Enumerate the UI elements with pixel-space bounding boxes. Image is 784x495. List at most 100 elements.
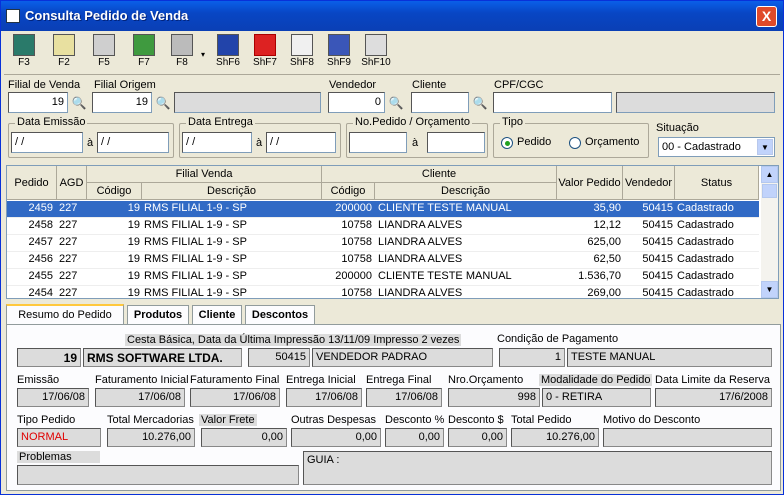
problemas-label: Problemas [17,451,100,463]
col-pedido[interactable]: Pedido [7,166,57,200]
delivery-button[interactable]: ShF7 [248,32,282,72]
cell-vend: 50415 [642,219,673,231]
cell-vend: 50415 [642,253,673,265]
cell-valor: 62,50 [593,253,621,265]
cpf-input[interactable] [493,92,612,113]
search-vendedor-icon[interactable]: 🔍 [387,94,405,112]
no-pedido-to[interactable] [427,132,485,153]
filter-panel: Filial de Venda 19 🔍 Filial Origem 19 🔍 … [4,74,780,162]
desc-val-value: 0,00 [448,428,507,447]
orders-table: Pedido AGD Filial Venda Código Descrição… [6,165,779,299]
tab-descontos[interactable]: Descontos [245,305,315,325]
spreadsheet-button[interactable]: F7 [127,32,161,72]
filial-origem-input[interactable]: 19 [92,92,152,113]
data-entrega-to[interactable]: / / [266,132,336,153]
table-row[interactable]: 2456 227 19 RMS FILIAL 1-9 - SP 10758 LIANDRA… [7,252,759,269]
data-entrega-group: Data Entrega / / à / / [179,116,341,158]
col-agd[interactable]: AGD [57,166,87,200]
data-emissao-to[interactable]: / / [97,132,169,153]
no-pedido-from[interactable] [349,132,407,153]
col-cliente: Cliente [322,166,557,183]
table-row[interactable]: 2458 227 19 RMS FILIAL 1-9 - SP 10758 LIANDRA… [7,218,759,235]
cell-ccod: 10758 [341,236,372,248]
cell-pedido: 2458 [28,219,53,231]
cell-pedido: 2455 [28,270,53,282]
tipo-pedido-value: NORMAL [17,428,101,447]
cell-ccod: 200000 [335,202,372,214]
cell-fcod: 19 [127,287,140,299]
printer-icon [171,34,193,56]
table-row[interactable]: 2459 227 19 RMS FILIAL 1-9 - SP 200000 CLIENT… [7,201,759,218]
data-emissao-from[interactable]: / / [11,132,83,153]
tab-cliente[interactable]: Cliente [192,305,242,325]
chevron-down-icon[interactable]: ▼ [757,139,773,155]
cell-cdesc: LIANDRA ALVES [378,219,463,231]
scroll-thumb[interactable] [762,184,777,198]
tipo-pedido-radio[interactable] [501,137,513,149]
filial-origem-label: Filial Origem [94,79,156,91]
cell-status: Cadastrado [677,236,734,248]
cell-fdesc: RMS FILIAL 1-9 - SP [144,287,247,299]
preview-button[interactable]: F5 [87,32,121,72]
exit-button[interactable]: F3 [7,32,41,72]
desc-pct-value: 0,00 [385,428,444,447]
truck-icon [254,34,276,56]
col-vendedor[interactable]: Vendedor [623,166,675,200]
col-filial-codigo[interactable]: Código [87,183,142,200]
cell-ccod: 200000 [335,270,372,282]
tab-resumo[interactable]: Resumo do Pedido [6,304,124,326]
cell-cdesc: CLIENTE TESTE MANUAL [378,202,512,214]
cell-fcod: 19 [127,270,140,282]
nro-orc-label: Nro.Orçamento [448,374,524,386]
cliente-input[interactable] [411,92,469,113]
col-valor[interactable]: Valor Pedido [557,166,623,200]
filial-venda-input[interactable]: 19 [8,92,68,113]
print-dropdown-arrow[interactable]: ▾ [201,50,205,59]
monitor-button[interactable]: ShF9 [322,32,356,72]
data-entrega-from[interactable]: / / [182,132,252,153]
col-cliente-codigo[interactable]: Código [322,183,375,200]
email-button[interactable]: ShF8 [285,32,319,72]
cell-cdesc: LIANDRA ALVES [378,253,463,265]
search-filial-origem-icon[interactable]: 🔍 [154,94,172,112]
new-button[interactable]: F2 [47,32,81,72]
print-button[interactable]: F8 [165,32,199,72]
lock-button[interactable]: ShF10 [359,32,393,72]
ent-fin-value: 17/06/08 [366,388,442,407]
search-cliente-icon[interactable]: 🔍 [471,94,489,112]
tipo-orcamento-radio[interactable] [569,137,581,149]
outras-value: 0,00 [291,428,381,447]
fat-ini-value: 17/06/08 [95,388,185,407]
cell-status: Cadastrado [677,287,734,299]
grid-scrollbar[interactable]: ▲ ▼ [761,166,778,298]
close-button[interactable]: X [756,6,777,27]
table-row[interactable]: 2454 227 19 RMS FILIAL 1-9 - SP 10758 LIANDRA… [7,286,759,299]
cell-fcod: 19 [127,202,140,214]
scroll-up-icon[interactable]: ▲ [761,166,778,183]
motivo-label: Motivo do Desconto [603,414,701,426]
emissao-value: 17/06/08 [17,388,89,407]
search-filial-venda-icon[interactable]: 🔍 [70,94,88,112]
cell-vend: 50415 [642,202,673,214]
cell-status: Cadastrado [677,219,734,231]
table-row[interactable]: 2455 227 19 RMS FILIAL 1-9 - SP 200000 CLIENT… [7,269,759,286]
cell-fcod: 19 [127,236,140,248]
total-label: Total Pedido [511,414,572,426]
col-status[interactable]: Status [675,166,759,200]
cell-vend: 50415 [642,270,673,282]
cell-agd: 227 [59,236,78,248]
situacao-select[interactable]: 00 - Cadastrado ▼ [658,137,775,157]
scroll-down-icon[interactable]: ▼ [761,281,778,298]
data-entrega-label: Data Entrega [186,116,255,128]
window-title: Consulta Pedido de Venda [25,8,189,23]
cell-vend: 50415 [642,287,673,299]
vendedor-input[interactable]: 0 [328,92,385,113]
tipo-pedido-label: Tipo Pedido [17,414,76,426]
filial-name: RMS SOFTWARE LTDA. [83,348,242,367]
save-button[interactable]: ShF6 [211,32,245,72]
col-filial-descricao[interactable]: Descrição [142,183,322,200]
col-cliente-descricao[interactable]: Descrição [375,183,557,200]
tab-produtos[interactable]: Produtos [127,305,189,325]
table-row[interactable]: 2457 227 19 RMS FILIAL 1-9 - SP 10758 LIANDRA… [7,235,759,252]
condicao-label: Condição de Pagamento [497,333,619,345]
